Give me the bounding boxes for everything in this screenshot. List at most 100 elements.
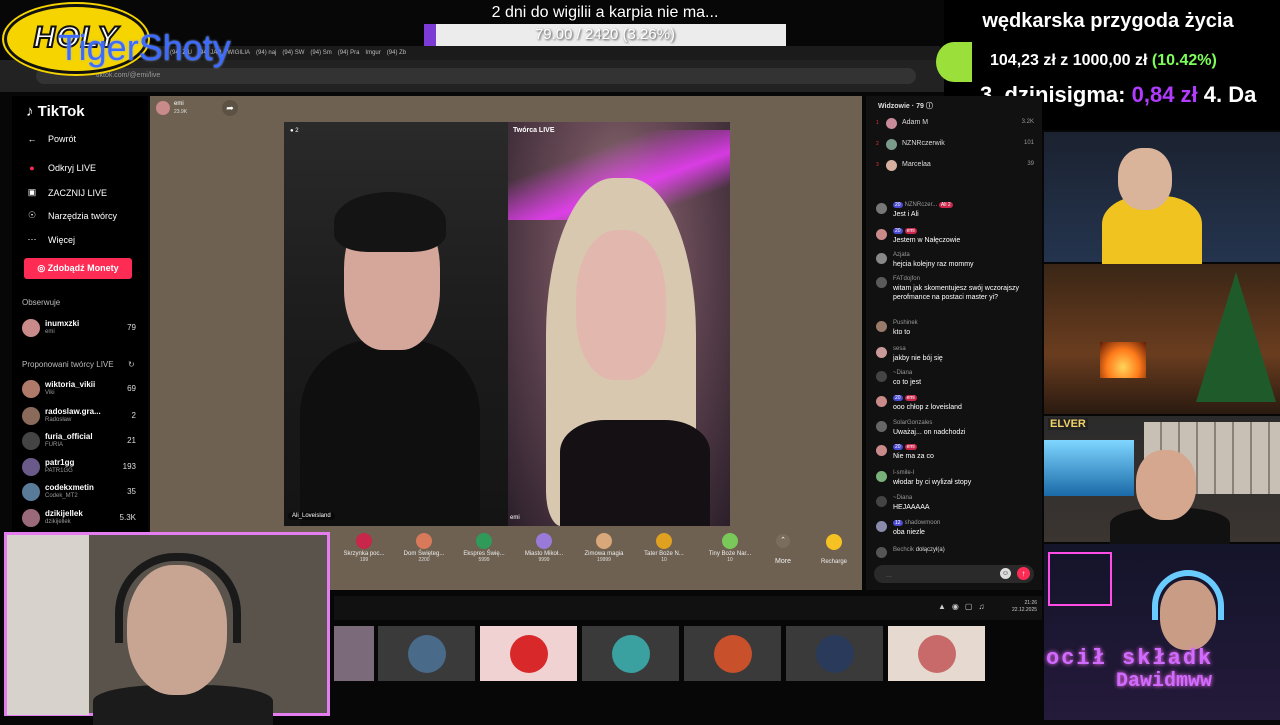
rank: 3 (876, 162, 879, 168)
guest-name[interactable]: Ali_Loveisland (288, 512, 335, 520)
chat-username[interactable]: I-smile-I (893, 470, 914, 476)
host-badge[interactable]: emi (904, 395, 917, 401)
refresh-icon[interactable]: ↻ (128, 360, 135, 369)
chat-username: 20 emi (893, 444, 919, 450)
creator-name: wiktoria_vikii (45, 380, 96, 389)
creator-name: radoslaw.gra... (45, 407, 101, 416)
nav-zacznij-live[interactable]: ▣ ZACZNIJ LIVE (26, 187, 107, 198)
gift-item[interactable]: Dom Święteg... 2200 (394, 530, 454, 563)
system-tray[interactable]: ▲◉▢♫ (938, 602, 990, 611)
share-icon[interactable]: ➦ (222, 100, 238, 116)
gift-item[interactable]: Ekspres Świę... 5999 (454, 530, 514, 563)
arrow-left-icon: ← (27, 134, 37, 144)
fireplace (1100, 342, 1146, 378)
avatar (876, 253, 887, 264)
top-viewer[interactable]: 2 NZNRczerwik 101 (876, 137, 1034, 153)
gift-icon (416, 533, 432, 549)
chat-username[interactable]: Pushinek (893, 320, 918, 326)
chat-username: Bechcik dołączył(a) (893, 547, 945, 553)
host-badge[interactable]: emi (904, 228, 917, 234)
rank: 1 (876, 120, 879, 126)
suggested-item[interactable]: dzikijellek dzikijellek 5.3K (22, 508, 136, 528)
avatar (22, 432, 40, 450)
gift-item[interactable]: Miasto Mikoł... 9999 (514, 530, 574, 563)
recharge-button[interactable]: Recharge (812, 534, 856, 565)
ranking-next: 4. Da (1203, 82, 1257, 107)
username[interactable]: NZNRczer... (905, 202, 938, 208)
level-badge: 12 (893, 520, 903, 526)
top-viewer[interactable]: 3 Marcelaa 39 (876, 158, 1034, 174)
browser-tab[interactable]: (94) Sm (310, 46, 331, 60)
url-field[interactable]: tiktok.com/@emi/live (36, 68, 916, 84)
chat-username[interactable]: Azjata (893, 252, 910, 258)
participant-tile[interactable] (582, 626, 679, 681)
chat-username[interactable]: FATdojfon (893, 276, 920, 282)
host-name-label[interactable]: emi (510, 515, 520, 521)
send-icon[interactable]: ↑ (1017, 567, 1030, 580)
participant-tile[interactable] (684, 626, 781, 681)
gift-icon (596, 533, 612, 549)
gift-item[interactable]: Skrzynka poc... 199 (334, 530, 394, 563)
join-text: dołączył(a) (915, 547, 945, 553)
browser-tab[interactable]: (94) naj (256, 46, 276, 60)
get-coins-button[interactable]: ◎ Zdobądź Monety (24, 258, 132, 279)
nav-label: Więcej (48, 234, 76, 245)
browser-tab[interactable]: (94) Pra (338, 46, 360, 60)
suggested-item[interactable]: furia_official FURIA 21 (22, 431, 136, 451)
participant-tile[interactable] (378, 626, 475, 681)
username[interactable]: shadowmoon (905, 520, 941, 526)
browser-tab[interactable]: (94) Zb (387, 46, 406, 60)
nav-odkryj-live[interactable]: ● Odkryj LIVE (26, 163, 96, 173)
nav-more[interactable]: ⋯ Więcej (26, 234, 76, 245)
participant-avatar (510, 635, 548, 673)
nav-label: Narzędzia twórcy (48, 210, 118, 221)
tiktok-logo[interactable]: ♪ TikTok (26, 103, 85, 120)
avatar (876, 396, 887, 407)
viewer-score: 101 (1023, 140, 1034, 146)
back-button[interactable]: ← Powrót (26, 134, 77, 144)
chat-username[interactable]: ~Diana (893, 495, 912, 501)
chat-input[interactable] (884, 568, 998, 582)
taskbar-clock[interactable]: 21:26 22.12.2025 (1012, 600, 1037, 614)
host-name: emi (174, 101, 184, 107)
level-badge: 20 (893, 444, 903, 450)
clock-time: 21:26 (1024, 600, 1038, 606)
suggested-item[interactable]: patr1gg PATR1GG 193 (22, 457, 136, 477)
chat-username[interactable]: sesa (893, 346, 906, 352)
chat-text: co to jest (893, 379, 922, 386)
gift-item[interactable]: Zimowa magia 19999 (574, 530, 634, 563)
browser-tab[interactable]: (94) SW (282, 46, 304, 60)
nav-creator-tools[interactable]: ☉ Narzędzia twórcy (26, 210, 117, 221)
suggested-item[interactable]: codekxmetin Codek_MT2 35 (22, 482, 136, 502)
creator-sub: FURIA (45, 442, 63, 448)
gift-price: 9999 (538, 557, 550, 563)
more-icon: ⋯ (27, 234, 37, 244)
chat-username[interactable]: ~Diana (893, 370, 912, 376)
neon-frame (1048, 552, 1112, 606)
avatar (876, 321, 887, 332)
tools-icon: ☉ (27, 210, 37, 220)
chat-text: Jestem w Nałęczowie (893, 237, 961, 244)
suggested-item[interactable]: radoslaw.gra... Radosław 2 (22, 406, 136, 426)
host-info[interactable]: emi 23.9K ➦ (154, 98, 240, 118)
participant-tile[interactable] (786, 626, 883, 681)
gift-item[interactable]: Tater Boże N... 10 (634, 530, 694, 563)
browser-tab[interactable]: Imgur (365, 46, 380, 60)
participant-tile[interactable] (888, 626, 985, 681)
host-badge[interactable]: emi (904, 444, 917, 450)
more-gifts-button[interactable]: ⌃ More (772, 534, 794, 565)
following-item[interactable]: inumxzki emi 79 (22, 318, 136, 338)
top-viewer[interactable]: 1 Adam M 3.2K (876, 116, 1034, 132)
participant-tile[interactable] (334, 626, 374, 681)
gift-icon (536, 533, 552, 549)
goal-progress-circle (936, 42, 972, 82)
participant-tile[interactable] (480, 626, 577, 681)
chat-username[interactable]: SolarGonzales (893, 420, 932, 426)
suggested-item[interactable]: wiktoria_vikii Viki 69 (22, 379, 136, 399)
creator-sub: Radosław (45, 417, 72, 423)
username[interactable]: Bechcik (893, 547, 914, 553)
gift-item[interactable]: Tiny Boże Nar... 10 (700, 530, 760, 563)
emoji-icon[interactable]: ☺ (1000, 568, 1011, 579)
camera-icon: ▣ (27, 187, 37, 197)
viewers-header[interactable]: Widzowie · 79 ⓘ (878, 101, 933, 111)
